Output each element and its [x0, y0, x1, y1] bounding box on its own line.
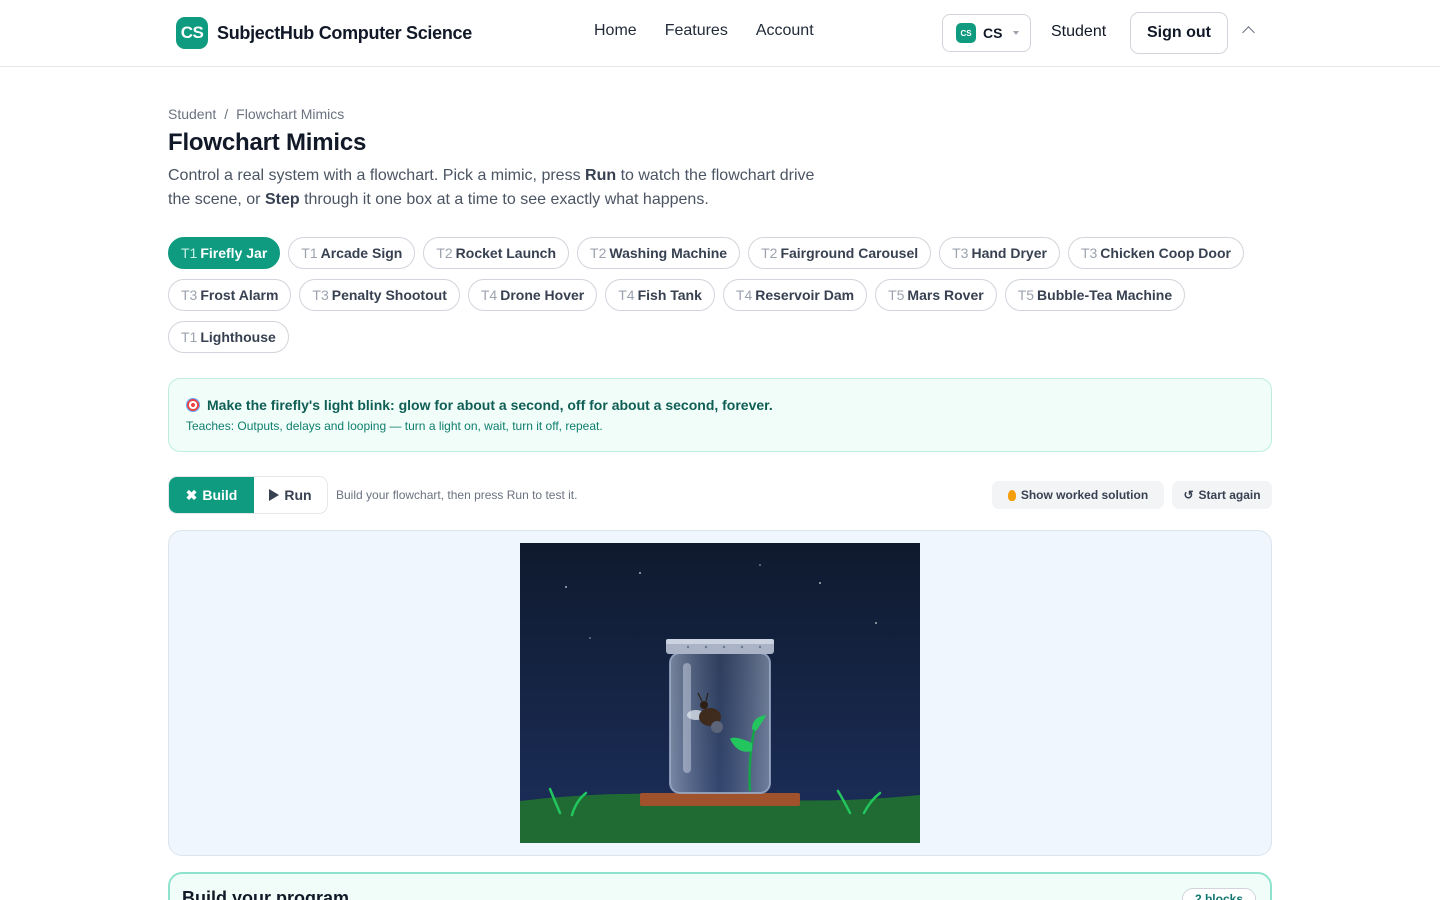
mimic-name: Hand Dryer: [971, 245, 1047, 261]
solution-label: Show worked solution: [1020, 488, 1149, 502]
mimic-name: Fish Tank: [637, 287, 702, 303]
goal-teaches: Teaches: Outputs, delays and looping — t…: [186, 419, 603, 433]
page-intro: Control a real system with a flowchart. …: [168, 164, 838, 212]
lightbulb-icon: [1007, 489, 1016, 501]
mimic-pill[interactable]: T1 Firefly Jar: [168, 237, 281, 269]
mimic-pill[interactable]: T1 Arcade Sign: [288, 237, 416, 269]
mode-toggle: ✖ Build Run: [168, 476, 328, 514]
goal-line: Make the firefly's light blink: glow for…: [186, 397, 1254, 413]
breadcrumb: Student / Flowchart Mimics: [168, 106, 344, 122]
mimic-pill[interactable]: T5 Mars Rover: [875, 279, 997, 311]
jar-lid-top: [666, 639, 774, 644]
build-program-panel: Build your program 2 blocks: [168, 872, 1272, 900]
mimic-tier: T4: [735, 287, 753, 303]
mimic-name: Penalty Shootout: [331, 287, 447, 303]
mimic-name: Mars Rover: [907, 287, 984, 303]
mimic-name: Drone Hover: [500, 287, 585, 303]
run-mode-button[interactable]: Run: [254, 477, 327, 513]
top-navbar: CS SubjectHub Computer Science Home Feat…: [0, 0, 1440, 67]
intro-step-word: Step: [264, 191, 300, 208]
sign-out-button[interactable]: Sign out: [1130, 12, 1228, 54]
start-again-button[interactable]: ↺ Start again: [1172, 481, 1272, 509]
intro-part3: through it one box at a time to see exac…: [299, 191, 709, 208]
mimic-name: Frost Alarm: [200, 287, 279, 303]
play-icon: [269, 489, 280, 501]
wooden-base: [640, 793, 800, 806]
chevron-down-icon: [1013, 31, 1020, 35]
mimic-pill[interactable]: T3 Frost Alarm: [168, 279, 292, 311]
block-count-badge: 2 blocks: [1181, 888, 1256, 900]
mimic-tier: T2: [761, 245, 778, 261]
goal-card: Make the firefly's light blink: glow for…: [168, 378, 1272, 452]
mimic-tier: T1: [181, 329, 198, 345]
chevron-up-icon[interactable]: [1242, 26, 1255, 39]
nav-features[interactable]: Features: [665, 22, 728, 40]
mimic-pill[interactable]: T2 Rocket Launch: [423, 237, 570, 269]
firefly-jar-scene: [520, 543, 920, 843]
nav-account[interactable]: Account: [756, 22, 814, 40]
mimic-tier: T5: [1017, 287, 1035, 303]
mimic-tier: T1: [181, 245, 198, 261]
restart-icon: ↺: [1183, 488, 1194, 502]
mimic-name: Washing Machine: [609, 245, 728, 261]
mimic-pill[interactable]: T3 Hand Dryer: [939, 237, 1060, 269]
build-mode-button[interactable]: ✖ Build: [169, 477, 254, 513]
mimic-name: Firefly Jar: [200, 245, 268, 261]
mimic-pill[interactable]: T3 Penalty Shootout: [299, 279, 460, 311]
mimic-tier: T2: [436, 245, 453, 261]
subject-label: CS: [983, 25, 1003, 41]
breadcrumb-root[interactable]: Student: [168, 106, 216, 122]
nav-home[interactable]: Home: [594, 22, 637, 40]
mimic-pill[interactable]: T1 Lighthouse: [168, 321, 289, 353]
restart-label: Start again: [1198, 488, 1261, 502]
brand-name: SubjectHub Computer Science: [217, 22, 472, 43]
mimic-pill[interactable]: T4 Reservoir Dam: [722, 279, 868, 311]
mimic-pill[interactable]: T4 Drone Hover: [467, 279, 598, 311]
page-title: Flowchart Mimics: [168, 129, 367, 156]
show-solution-button[interactable]: Show worked solution: [992, 481, 1164, 509]
brand-logo: CS: [176, 17, 208, 49]
mimic-pill[interactable]: T2 Washing Machine: [577, 237, 741, 269]
goal-text: Make the firefly's light blink: glow for…: [207, 397, 773, 413]
intro-part1: Control a real system with a flowchart. …: [168, 167, 586, 184]
mimic-name: Rocket Launch: [455, 245, 557, 261]
mimic-tier: T2: [590, 245, 607, 261]
mimic-tier: T3: [312, 287, 329, 303]
mimic-name: Arcade Sign: [320, 245, 403, 261]
mimic-name: Reservoir Dam: [755, 287, 855, 303]
mimic-selector: T1 Firefly Jar T1 Arcade Sign T2 Rocket Launc…: [168, 237, 1278, 353]
subject-chip: CS: [956, 23, 976, 43]
program-title: Build your program: [182, 888, 350, 900]
main-nav: Home Features Account: [594, 22, 814, 40]
mimic-name: Fairground Carousel: [780, 245, 919, 261]
breadcrumb-separator: /: [224, 106, 229, 122]
mimic-pill[interactable]: T4 Fish Tank: [605, 279, 715, 311]
mimic-pill[interactable]: T5 Bubble-Tea Machine: [1004, 279, 1186, 311]
mimic-name: Bubble-Tea Machine: [1037, 287, 1173, 303]
mimic-name: Chicken Coop Door: [1100, 245, 1231, 261]
breadcrumb-current: Flowchart Mimics: [236, 106, 345, 122]
subject-select[interactable]: CS CS: [942, 14, 1031, 52]
role-label: Student: [1051, 23, 1107, 40]
tools-icon: ✖: [185, 486, 198, 503]
mimic-tier: T4: [618, 287, 635, 303]
simulation-stage: [168, 530, 1272, 856]
mimic-tier: T3: [181, 287, 198, 303]
run-label: Run: [284, 487, 312, 503]
mimic-tier: T5: [888, 287, 905, 303]
mimic-tier: T3: [1080, 245, 1098, 261]
mimic-name: Lighthouse: [200, 329, 276, 345]
mimic-pill[interactable]: T3 Chicken Coop Door: [1067, 237, 1244, 269]
build-label: Build: [202, 487, 238, 503]
mimic-tier: T3: [952, 245, 969, 261]
intro-run-word: Run: [585, 167, 617, 184]
mimic-tier: T4: [480, 287, 498, 303]
toolbar-hint: Build your flowchart, then press Run to …: [336, 488, 578, 502]
mimic-tier: T1: [301, 245, 318, 261]
mimic-pill[interactable]: T2 Fairground Carousel: [748, 237, 932, 269]
brand[interactable]: CS SubjectHub Computer Science: [176, 17, 472, 49]
target-icon: [186, 398, 200, 412]
